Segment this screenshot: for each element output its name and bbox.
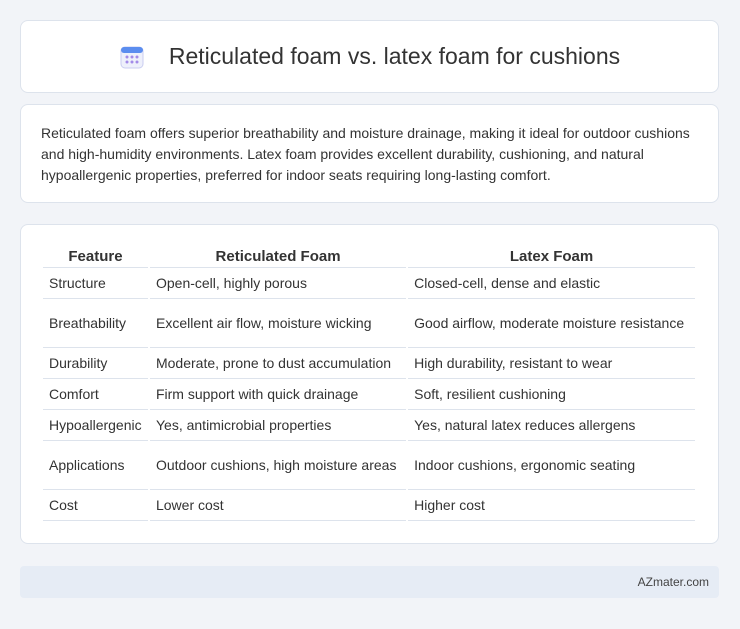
header-reticulated-foam: Reticulated Foam — [149, 246, 407, 268]
table-row: Applications Outdoor cushions, high mois… — [43, 441, 695, 490]
footer: AZmater.com — [20, 566, 719, 598]
latex-cell: Indoor cushions, ergonomic seating — [408, 441, 695, 490]
table-row: Breathability Excellent air flow, moistu… — [43, 299, 695, 348]
footer-brand-link[interactable]: AZmater.com — [638, 575, 709, 589]
feature-cell: Comfort — [43, 379, 148, 410]
feature-cell: Durability — [43, 348, 148, 379]
summary-card: Reticulated foam offers superior breatha… — [20, 104, 719, 203]
comparison-table: Feature Reticulated Foam Latex Foam Stru… — [41, 246, 697, 521]
feature-cell: Structure — [43, 268, 148, 299]
summary-text: Reticulated foam offers superior breatha… — [41, 125, 690, 183]
reticulated-cell: Firm support with quick drainage — [149, 379, 407, 410]
latex-cell: Higher cost — [408, 490, 695, 521]
reticulated-cell: Yes, antimicrobial properties — [149, 410, 407, 441]
reticulated-cell: Open-cell, highly porous — [149, 268, 407, 299]
reticulated-cell: Lower cost — [149, 490, 407, 521]
table-header-row: Feature Reticulated Foam Latex Foam — [43, 246, 695, 268]
feature-cell: Breathability — [43, 299, 148, 348]
page-title: Reticulated foam vs. latex foam for cush… — [168, 43, 621, 69]
table-row: Durability Moderate, prone to dust accum… — [43, 348, 695, 379]
feature-cell: Applications — [43, 441, 148, 490]
table-row: Hypoallergenic Yes, antimicrobial proper… — [43, 410, 695, 441]
table-row: Structure Open-cell, highly porous Close… — [43, 268, 695, 299]
latex-cell: Yes, natural latex reduces allergens — [408, 410, 695, 441]
header-latex-foam: Latex Foam — [408, 246, 695, 268]
header-feature: Feature — [43, 246, 148, 268]
table-row: Cost Lower cost Higher cost — [43, 490, 695, 521]
calendar-icon — [119, 44, 145, 70]
comparison-table-card: Feature Reticulated Foam Latex Foam Stru… — [20, 224, 719, 544]
reticulated-cell: Excellent air flow, moisture wicking — [149, 299, 407, 348]
table-row: Comfort Firm support with quick drainage… — [43, 379, 695, 410]
latex-cell: Soft, resilient cushioning — [408, 379, 695, 410]
reticulated-cell: Outdoor cushions, high moisture areas — [149, 441, 407, 490]
latex-cell: Closed-cell, dense and elastic — [408, 268, 695, 299]
title-card: Reticulated foam vs. latex foam for cush… — [20, 20, 719, 93]
latex-cell: Good airflow, moderate moisture resistan… — [408, 299, 695, 348]
feature-cell: Cost — [43, 490, 148, 521]
feature-cell: Hypoallergenic — [43, 410, 148, 441]
reticulated-cell: Moderate, prone to dust accumulation — [149, 348, 407, 379]
latex-cell: High durability, resistant to wear — [408, 348, 695, 379]
